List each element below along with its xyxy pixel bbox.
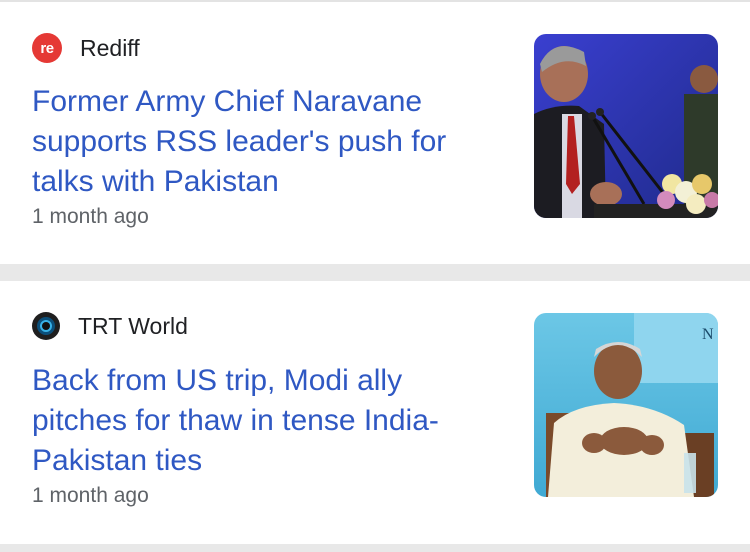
news-card[interactable]: re Rediff Former Army Chief Naravane sup…: [0, 2, 750, 264]
source-name: TRT World: [78, 312, 188, 339]
photo-man-at-podium: [534, 34, 718, 218]
trt-world-logo-icon: [32, 312, 60, 340]
news-card[interactable]: TRT World Back from US trip, Modi ally p…: [0, 281, 750, 544]
logo-text: re: [40, 39, 54, 57]
photo-seated-man: N: [534, 313, 718, 497]
timestamp: 1 month ago: [32, 205, 149, 228]
headline-link[interactable]: Back from US trip, Modi ally pitches for…: [32, 361, 502, 481]
article-thumbnail[interactable]: [534, 34, 718, 218]
background-sign-text: N: [702, 326, 714, 343]
source-row: TRT World: [32, 310, 188, 342]
source-row: re Rediff: [32, 32, 140, 64]
source-name: Rediff: [80, 34, 140, 61]
timestamp: 1 month ago: [32, 484, 149, 507]
rediff-logo-icon: re: [32, 33, 62, 63]
headline-link[interactable]: Former Army Chief Naravane supports RSS …: [32, 82, 502, 202]
article-thumbnail[interactable]: N: [534, 313, 718, 497]
